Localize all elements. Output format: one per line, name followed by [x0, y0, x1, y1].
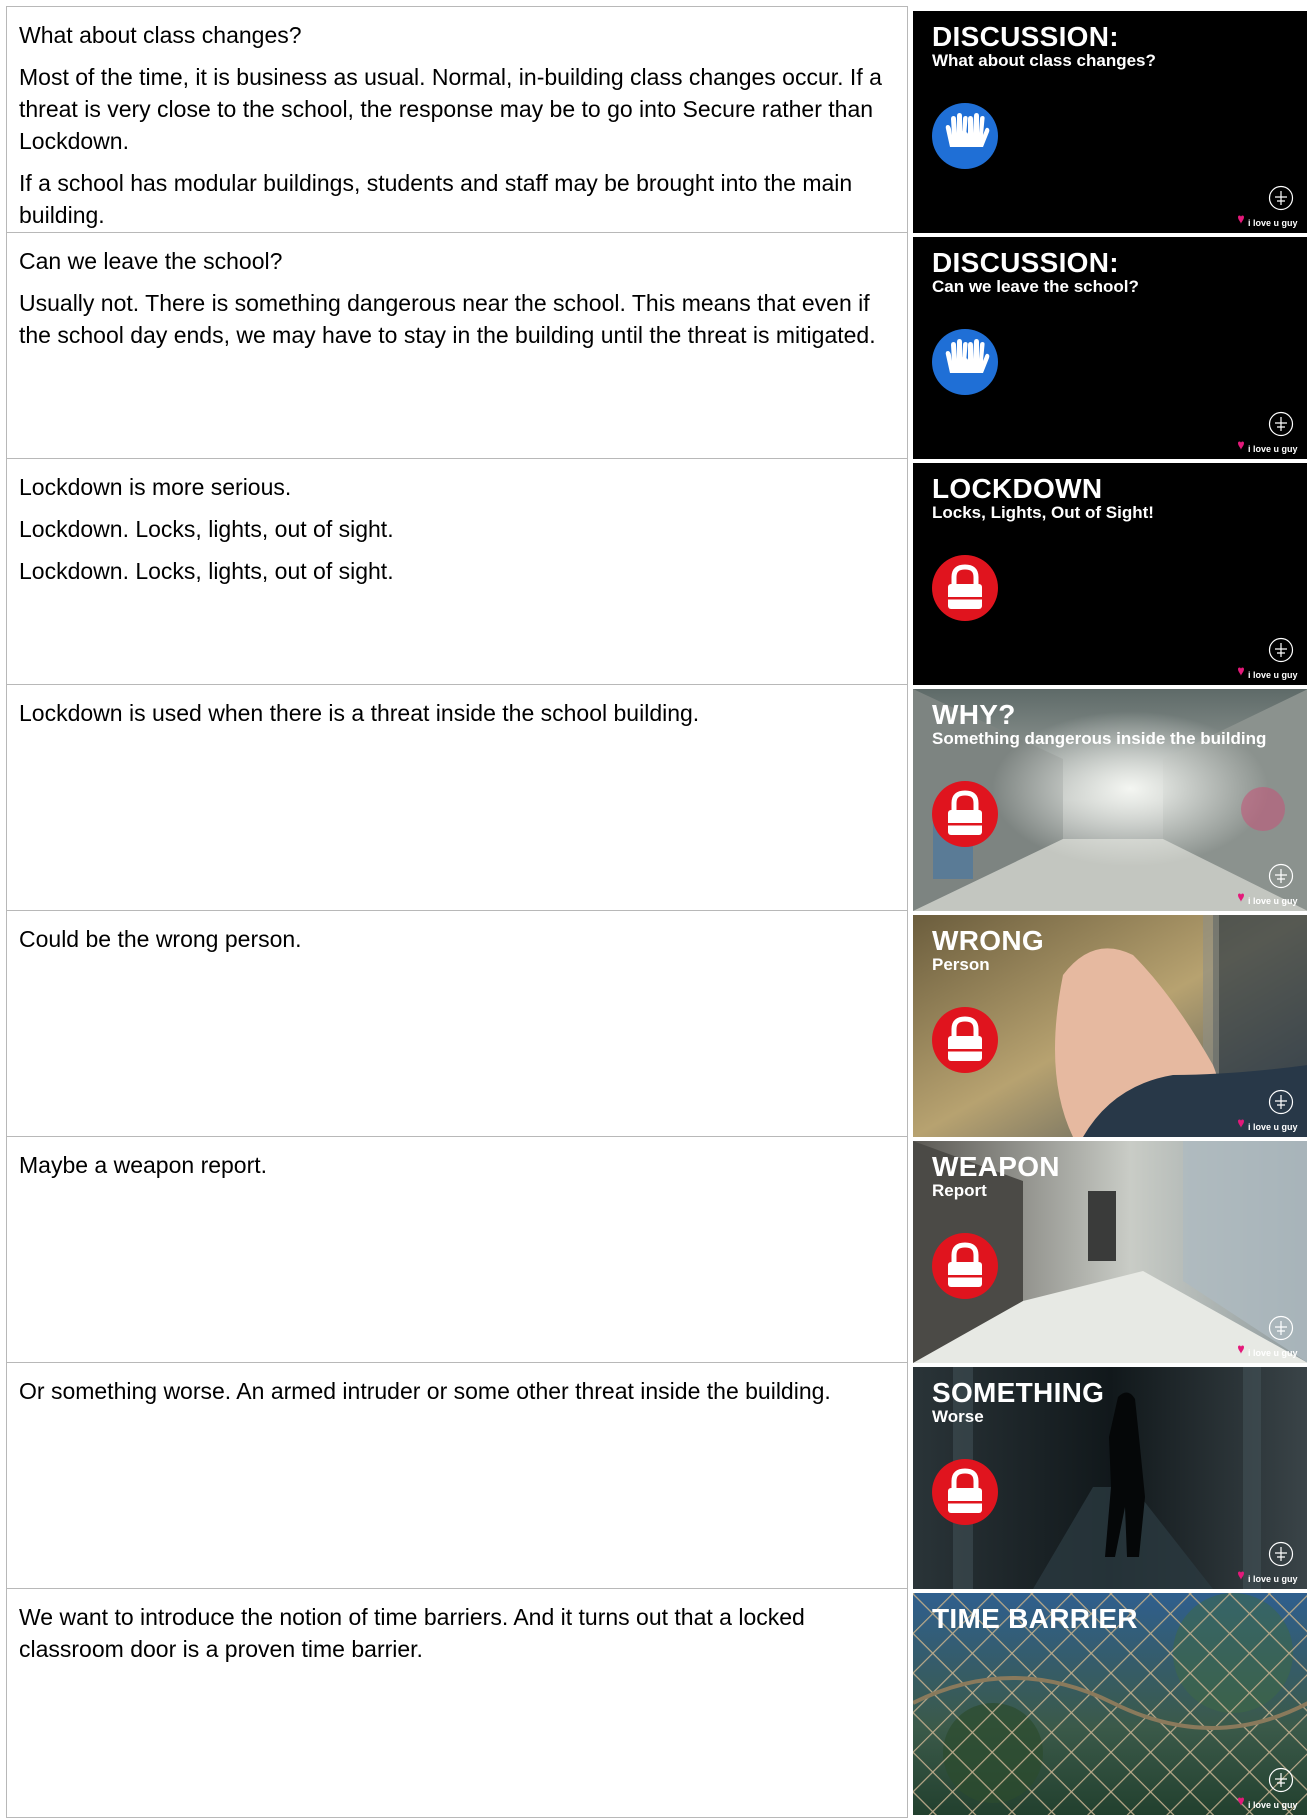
speaker-notes-cell: Lockdown is more serious. Lockdown. Lock…: [6, 458, 908, 684]
slide-title: DISCUSSION:: [932, 21, 1119, 52]
slide-thumbnail[interactable]: WHY? Something dangerous inside the buil…: [913, 689, 1307, 911]
seal-icon: [1268, 185, 1294, 211]
table-row: We want to introduce the notion of time …: [6, 1588, 1307, 1818]
speaker-notes-cell: What about class changes? Most of the ti…: [6, 6, 908, 232]
speaker-notes-cell: Or something worse. An armed intruder or…: [6, 1362, 908, 1588]
notes-paragraph: Lockdown. Locks, lights, out of sight.: [19, 558, 394, 584]
brand-logo: i love u guys: [1236, 893, 1303, 907]
slide-thumbnail[interactable]: WRONG Person i love u guys: [913, 915, 1307, 1137]
hands-icon: [932, 329, 998, 395]
slide-title: WHY?: [932, 699, 1016, 730]
notes-paragraph: Lockdown is more serious.: [19, 474, 292, 500]
svg-text:i love u guys: i love u guys: [1248, 1800, 1298, 1810]
speaker-notes-cell: Could be the wrong person.: [6, 910, 908, 1136]
table-row: Could be the wrong person. WRONG Person …: [6, 910, 1307, 1137]
slide-thumbnail[interactable]: SOMETHING Worse i love u guys: [913, 1367, 1307, 1589]
speaker-notes-cell: Can we leave the school? Usually not. Th…: [6, 232, 908, 458]
svg-text:i love u guys: i love u guys: [1248, 896, 1298, 906]
slide-thumbnail[interactable]: DISCUSSION: What about class changes? i …: [913, 11, 1307, 233]
seal-icon: [1268, 1315, 1294, 1341]
seal-icon: [1268, 1089, 1294, 1115]
notes-paragraph: Maybe a weapon report.: [19, 1152, 268, 1178]
slide-subtitle: Locks, Lights, Out of Sight!: [932, 503, 1154, 522]
slide-title: TIME BARRIER: [932, 1603, 1138, 1634]
speaker-notes-cell: We want to introduce the notion of time …: [6, 1588, 908, 1818]
slide-subtitle: Worse: [932, 1407, 984, 1426]
brand-logo: i love u guys: [1236, 1797, 1303, 1811]
brand-logo: i love u guys: [1236, 1119, 1303, 1133]
table-row: Lockdown is more serious. Lockdown. Lock…: [6, 458, 1307, 685]
notes-paragraph: What about class changes?: [19, 22, 302, 48]
brand-logo: i love u guys: [1236, 667, 1303, 681]
notes-paragraph: Lockdown is used when there is a threat …: [19, 700, 700, 726]
svg-text:i love u guys: i love u guys: [1248, 218, 1298, 228]
svg-text:i love u guys: i love u guys: [1248, 1574, 1298, 1584]
table-row: Lockdown is used when there is a threat …: [6, 684, 1307, 911]
svg-text:i love u guys: i love u guys: [1248, 670, 1298, 680]
hands-icon: [932, 103, 998, 169]
notes-paragraph: We want to introduce the notion of time …: [19, 1604, 805, 1662]
padlock-icon: [932, 1233, 998, 1299]
svg-text:i love u guys: i love u guys: [1248, 1122, 1298, 1132]
table-row: Maybe a weapon report. WEAPON Report i l…: [6, 1136, 1307, 1363]
slide-title: SOMETHING: [932, 1377, 1105, 1408]
slide-thumbnail[interactable]: DISCUSSION: Can we leave the school? i l…: [913, 237, 1307, 459]
slide-title: LOCKDOWN: [932, 473, 1103, 504]
svg-text:i love u guys: i love u guys: [1248, 444, 1298, 454]
slide-title: WRONG: [932, 925, 1044, 956]
slide-subtitle: Person: [932, 955, 990, 974]
notes-table: What about class changes? Most of the ti…: [6, 6, 1307, 1818]
notes-paragraph: Could be the wrong person.: [19, 926, 302, 952]
seal-icon: [1268, 637, 1294, 663]
seal-icon: [1268, 1541, 1294, 1567]
seal-icon: [1268, 411, 1294, 437]
brand-logo: i love u guys: [1236, 1571, 1303, 1585]
slide-subtitle: Report: [932, 1181, 987, 1200]
table-row: What about class changes? Most of the ti…: [6, 6, 1307, 233]
slide-thumbnail[interactable]: TIME BARRIER i love u guys: [913, 1593, 1307, 1815]
notes-paragraph: Most of the time, it is business as usua…: [19, 64, 882, 154]
slide-subtitle: Something dangerous inside the building: [932, 729, 1267, 748]
svg-text:i love u guys: i love u guys: [1248, 1348, 1298, 1358]
notes-paragraph: If a school has modular buildings, stude…: [19, 170, 853, 228]
slide-subtitle: Can we leave the school?: [932, 277, 1139, 296]
seal-icon: [1268, 863, 1294, 889]
table-row: Or something worse. An armed intruder or…: [6, 1362, 1307, 1589]
padlock-icon: [932, 781, 998, 847]
speaker-notes-cell: Maybe a weapon report.: [6, 1136, 908, 1362]
table-row: Can we leave the school? Usually not. Th…: [6, 232, 1307, 459]
slide-subtitle: What about class changes?: [932, 51, 1156, 70]
notes-paragraph: Can we leave the school?: [19, 248, 283, 274]
speaker-notes-cell: Lockdown is used when there is a threat …: [6, 684, 908, 910]
slide-thumbnail[interactable]: WEAPON Report i love u guys: [913, 1141, 1307, 1363]
padlock-icon: [932, 1007, 998, 1073]
padlock-icon: [932, 1459, 998, 1525]
notes-paragraph: Usually not. There is something dangerou…: [19, 290, 876, 348]
slide-title: WEAPON: [932, 1151, 1060, 1182]
brand-logo: i love u guys: [1236, 215, 1303, 229]
brand-logo: i love u guys: [1236, 441, 1303, 455]
notes-paragraph: Lockdown. Locks, lights, out of sight.: [19, 516, 394, 542]
seal-icon: [1268, 1767, 1294, 1793]
padlock-icon: [932, 555, 998, 621]
slide-thumbnail[interactable]: LOCKDOWN Locks, Lights, Out of Sight! i …: [913, 463, 1307, 685]
slide-title: DISCUSSION:: [932, 247, 1119, 278]
brand-logo: i love u guys: [1236, 1345, 1303, 1359]
notes-paragraph: Or something worse. An armed intruder or…: [19, 1378, 831, 1404]
